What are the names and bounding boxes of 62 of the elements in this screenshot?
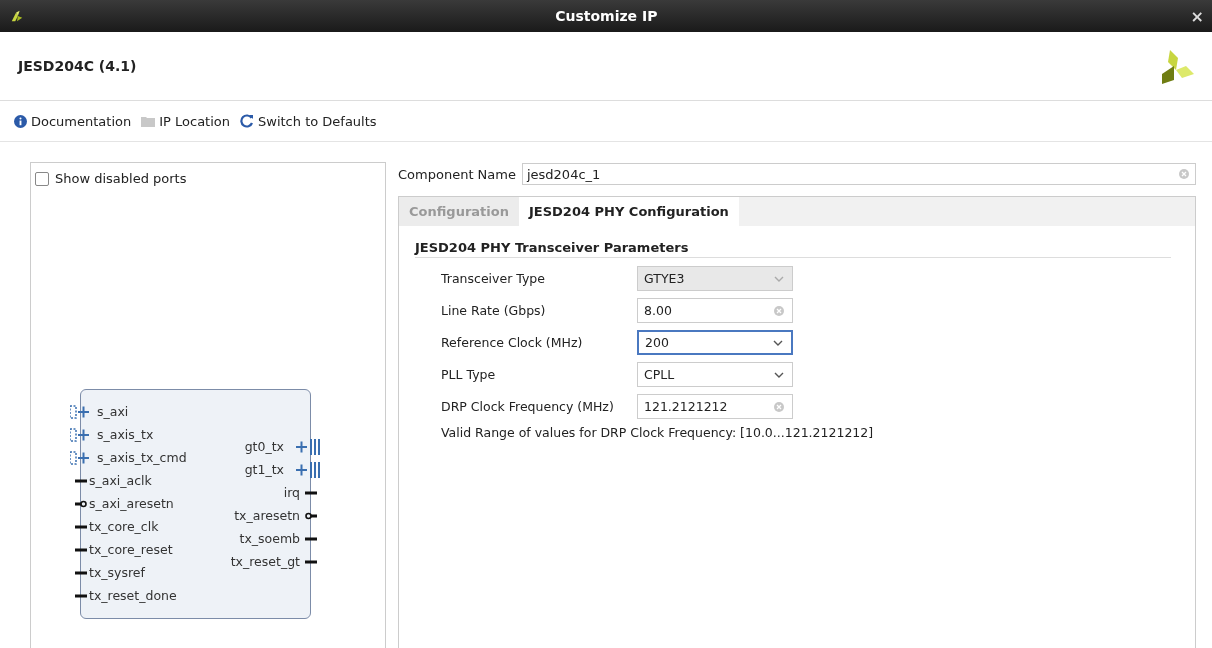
port-label: s_axi_aclk bbox=[88, 473, 152, 488]
component-name-label: Component Name bbox=[398, 166, 516, 182]
bus-pin-icon bbox=[296, 438, 322, 455]
dropdown-field[interactable]: 200 bbox=[637, 330, 793, 355]
valid-range-note: Valid Range of values for DRP Clock Frequency: [10.0...121.2121212] bbox=[440, 425, 875, 440]
input-field[interactable]: 8.00 bbox=[637, 298, 793, 323]
chevron-down-icon bbox=[774, 275, 784, 282]
close-button[interactable]: × bbox=[1188, 6, 1206, 26]
inverted-pin-icon bbox=[75, 499, 87, 508]
refresh-icon bbox=[240, 114, 254, 128]
pin-icon bbox=[75, 478, 87, 483]
bus-pin-icon bbox=[70, 427, 92, 442]
clear-icon[interactable] bbox=[774, 305, 784, 316]
pin-icon bbox=[75, 524, 87, 529]
toolbar-link[interactable]: Documentation bbox=[14, 113, 132, 129]
port-label: tx_soemb bbox=[239, 531, 301, 546]
tab[interactable]: JESD204 PHY Configuration bbox=[518, 197, 739, 226]
pin-icon bbox=[75, 593, 87, 598]
port-label: s_axi bbox=[96, 404, 129, 419]
info-icon bbox=[14, 114, 27, 128]
port-label: gt0_tx bbox=[244, 439, 285, 454]
port-label: tx_reset_done bbox=[88, 588, 177, 603]
port-label: tx_aresetn bbox=[234, 508, 301, 523]
app-logo-icon bbox=[10, 9, 24, 23]
field-label: Line Rate (Gbps) bbox=[441, 303, 547, 318]
folder-icon bbox=[141, 115, 156, 127]
clear-icon[interactable] bbox=[1179, 169, 1189, 179]
port-label: tx_sysref bbox=[88, 565, 145, 580]
port-label: s_axi_aresetn bbox=[88, 496, 174, 511]
port-label: s_axis_tx bbox=[96, 427, 154, 442]
pin-icon bbox=[75, 570, 87, 575]
port-label: s_axis_tx_cmd bbox=[96, 450, 187, 465]
checkbox[interactable] bbox=[35, 171, 49, 186]
ip-title: JESD204C (4.1) bbox=[18, 58, 137, 74]
component-name-field[interactable]: jesd204c_1 bbox=[521, 163, 1196, 185]
port-label: tx_core_reset bbox=[88, 542, 173, 557]
section-title: JESD204 PHY Transceiver Parameters bbox=[415, 240, 1171, 258]
field-label: Reference Clock (MHz) bbox=[441, 335, 584, 350]
pin-icon bbox=[305, 536, 317, 541]
inverted-pin-icon bbox=[305, 511, 317, 520]
chevron-down-icon bbox=[774, 371, 784, 378]
port-label: gt1_tx bbox=[244, 462, 285, 477]
input-field[interactable]: 121.2121212 bbox=[637, 394, 793, 419]
pin-icon bbox=[305, 490, 317, 495]
field-label: PLL Type bbox=[441, 367, 497, 382]
dropdown-field[interactable]: CPLL bbox=[637, 362, 793, 387]
pin-icon bbox=[305, 559, 317, 564]
port-label: tx_core_clk bbox=[88, 519, 159, 534]
port-label: tx_reset_gt bbox=[230, 554, 301, 569]
logo-icon bbox=[1160, 48, 1194, 84]
chevron-down-icon bbox=[773, 339, 783, 346]
pin-icon bbox=[75, 547, 87, 552]
bus-pin-icon bbox=[70, 450, 92, 465]
bus-pin-icon bbox=[296, 461, 322, 478]
port-label: irq bbox=[283, 485, 301, 500]
toolbar-link[interactable]: Switch to Defaults bbox=[240, 113, 377, 129]
clear-icon[interactable] bbox=[774, 401, 784, 412]
window-title: Customize IP bbox=[554, 8, 659, 24]
field-label: Transceiver Type bbox=[441, 271, 546, 286]
field-label: DRP Clock Frequency (MHz) bbox=[441, 399, 615, 414]
bus-pin-icon bbox=[70, 404, 92, 419]
toolbar-link[interactable]: IP Location bbox=[141, 113, 230, 129]
